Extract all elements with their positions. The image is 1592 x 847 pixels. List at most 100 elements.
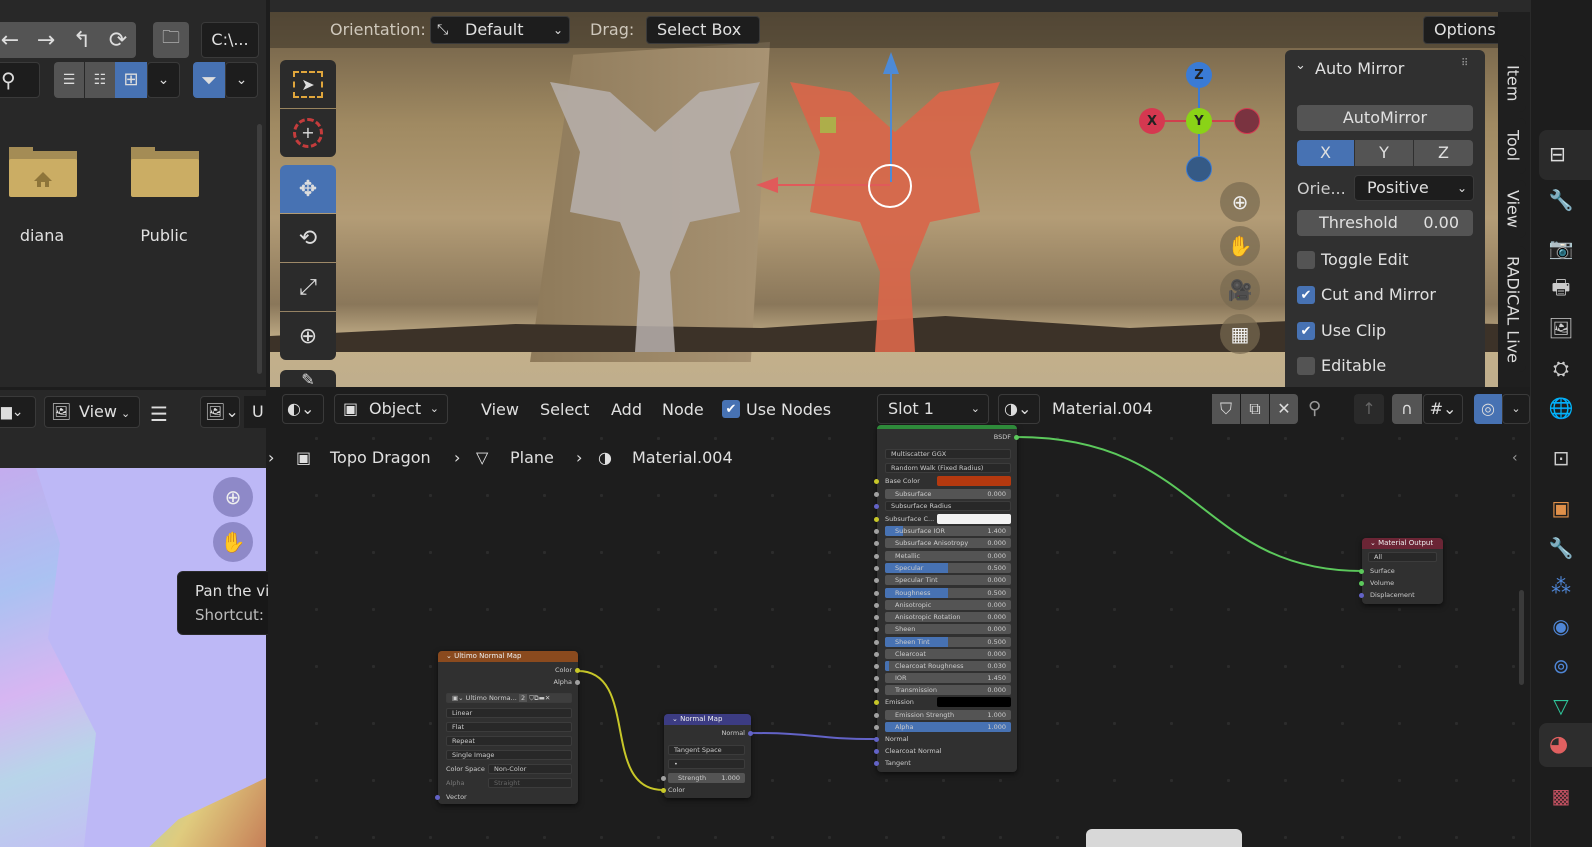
horizontal-list-button[interactable]: ☷ [85,62,115,98]
path-field[interactable]: C:\... [201,22,259,58]
strength-field[interactable]: Strength 1.000 [668,773,745,783]
pan-view-button[interactable]: ✋ [213,522,253,562]
filter-options-dropdown[interactable]: ⌄ [225,62,258,98]
vertical-list-button[interactable]: ☰ [54,62,84,98]
pan-view-button[interactable]: ✋ [1220,226,1260,266]
back-button[interactable]: ← [0,22,28,58]
tool-transform[interactable]: ⊕ [280,312,336,360]
bsdf-field[interactable]: Anisotropic Rotation 0.000 [885,612,1011,622]
orientation-dropdown[interactable]: ⤡ Default ⌄ [430,16,570,44]
color-space-dropdown[interactable]: Non-Color [488,764,572,774]
scene-tab[interactable]: ⛭ [1543,350,1579,386]
modifier-tab[interactable]: 🔧 [1543,530,1579,566]
subsurface-method-dropdown[interactable]: Random Walk (Fixed Radius) [885,463,1011,473]
filter-toggle[interactable]: ⏷ [193,62,225,98]
tool-rotate[interactable]: ⟲ [280,214,336,262]
bsdf-field[interactable]: Specular 0.500 [885,563,1011,573]
input-socket[interactable] [874,676,879,681]
folder-item[interactable] [8,145,78,197]
emission-strength-socket[interactable] [874,713,879,718]
nav-gizmo-x[interactable]: X [1139,108,1165,134]
view-layer-tab[interactable]: 🖼 [1543,310,1579,346]
use-clip-checkbox[interactable]: ✔ [1297,322,1315,340]
input-socket[interactable] [874,541,879,546]
bsdf-field[interactable]: Sheen Tint 0.500 [885,637,1011,647]
tab-tool[interactable]: Tool [1500,118,1526,174]
bsdf-output-socket[interactable] [1014,435,1019,440]
physics-tab[interactable]: ◉ [1543,608,1579,644]
zoom-view-button[interactable]: ⊕ [1220,182,1260,222]
color-output-socket[interactable] [575,668,580,673]
space-dropdown[interactable]: Tangent Space [668,745,745,755]
image-texture-node[interactable]: ⌄ Ultimo Normal Map Color Alpha ▣⌄ Ultim… [435,651,580,804]
tab-radical-live[interactable]: RADiCAL Live [1500,246,1526,372]
bsdf-field[interactable]: Anisotropic 0.000 [885,600,1011,610]
axis-z-toggle[interactable]: Z [1414,140,1473,166]
view-mode-dropdown[interactable]: 🖼 View ⌄ [44,396,140,428]
bsdf-field[interactable]: IOR 1.450 [885,673,1011,683]
color-input-socket[interactable] [661,788,666,793]
drag-dropdown[interactable]: Select Box [646,16,760,44]
output-tab[interactable]: 🖶 [1543,272,1579,308]
subsurface-color-socket[interactable] [874,517,879,522]
alpha-socket[interactable] [874,725,879,730]
orientation-dropdown[interactable]: Positive ⌄ [1354,175,1474,201]
pin-icon[interactable]: ⚲ [1308,398,1321,419]
tool-cursor[interactable]: + [280,109,336,157]
folder-label[interactable]: Public [122,226,206,245]
object-type-dropdown[interactable]: ▣ Object ⌄ [334,394,448,424]
editor-type-dropdown[interactable]: ◐⌄ [282,394,324,424]
tool-scale[interactable]: ⤢ [280,263,336,311]
sidebar-expand-icon[interactable]: ‹ [1512,450,1518,466]
render-tab[interactable]: 📷 [1543,230,1579,266]
base-color-socket[interactable] [874,479,879,484]
node-header[interactable]: ⌄ Normal Map [664,714,751,725]
node-header[interactable]: ⌄ Material Output [1362,538,1443,549]
duplicate-material-button[interactable]: ⧉ [1241,394,1269,424]
target-dropdown[interactable]: All [1368,552,1437,562]
image-browse-dropdown[interactable]: 🖼⌄ [200,396,240,428]
gizmo-x-arrow[interactable] [756,177,778,193]
input-socket[interactable] [874,652,879,657]
bsdf-field[interactable]: Transmission 0.000 [885,685,1011,695]
input-socket[interactable] [874,492,879,497]
bsdf-field[interactable]: Clearcoat Roughness 0.030 [885,661,1011,671]
scrollbar[interactable] [1519,590,1524,685]
constraints-tab[interactable]: ⊚ [1543,648,1579,684]
input-socket[interactable] [874,615,879,620]
threshold-field[interactable]: Threshold 0.00 [1297,210,1473,236]
vector-input-socket[interactable] [435,795,440,800]
menu-view[interactable]: View [481,400,519,419]
input-socket[interactable] [874,640,879,645]
surface-input-socket[interactable] [1359,569,1364,574]
display-options-dropdown[interactable]: ⌄ [147,62,180,98]
editor-type-dropdown[interactable]: ▆⌄ [0,396,36,428]
hamburger-menu-icon[interactable]: ☰ [150,402,168,426]
alpha-mode-dropdown[interactable]: Straight [488,778,572,788]
data-tab[interactable]: ▽ [1543,688,1579,724]
emission-socket[interactable] [874,700,879,705]
material-browse-dropdown[interactable]: ◑⌄ [998,394,1040,424]
thumbnail-view-button[interactable]: ⊞ [115,62,147,98]
input-socket[interactable] [874,566,879,571]
use-nodes-checkbox[interactable]: ✔ [722,400,740,418]
base-color-swatch[interactable] [937,476,1011,486]
menu-select[interactable]: Select [540,400,589,419]
cut-and-mirror-checkbox[interactable]: ✔ [1297,286,1315,304]
snap-toggle[interactable]: ∩ [1392,394,1422,424]
input-socket[interactable] [874,578,879,583]
displacement-input-socket[interactable] [1359,593,1364,598]
tab-view[interactable]: View [1500,180,1526,238]
collection-tab[interactable]: ⊡ [1543,440,1579,476]
world-tab[interactable]: 🌐 [1543,390,1579,426]
gizmo-plane-handle[interactable] [820,117,836,133]
subsurface-radius-socket[interactable] [874,504,879,509]
bsdf-field[interactable]: Subsurface 0.000 [885,489,1011,499]
snap-mode-dropdown[interactable]: #⌄ [1423,394,1463,424]
alpha-field[interactable]: Alpha 1.000 [885,722,1011,732]
strength-input-socket[interactable] [661,776,666,781]
bsdf-field[interactable]: Roughness 0.500 [885,588,1011,598]
input-socket[interactable] [874,627,879,632]
source-dropdown[interactable]: Single Image [446,750,572,760]
drag-handle-icon[interactable]: ⠿ [1461,58,1468,69]
